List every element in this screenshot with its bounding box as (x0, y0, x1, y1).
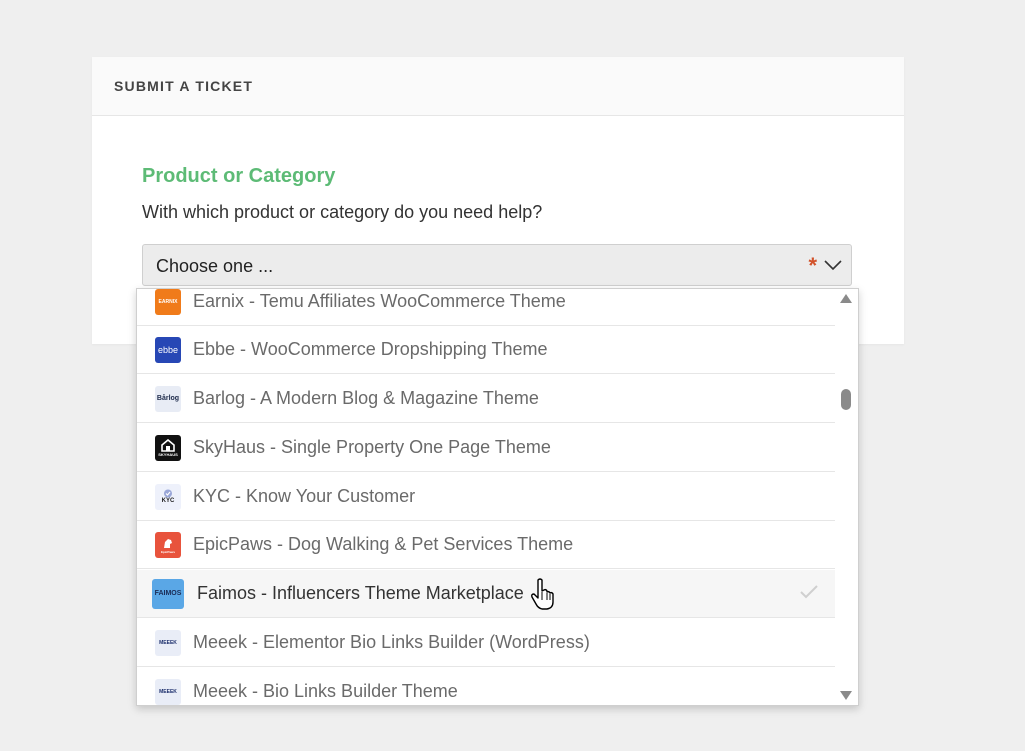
field-help-text: With which product or category do you ne… (142, 202, 543, 222)
dropdown-option-hovered[interactable]: FAIMOS Faimos - Influencers Theme Market… (137, 570, 835, 618)
dropdown-option[interactable]: MEEEK Meeek - Bio Links Builder Theme (137, 668, 835, 705)
logo-text: MEEEK (159, 639, 177, 646)
logo-text: SKYHAUS (158, 451, 178, 457)
option-label: Barlog - A Modern Blog & Magazine Theme (193, 388, 539, 408)
barlog-logo-icon: Bårlog (155, 385, 181, 412)
required-asterisk: * (808, 253, 817, 278)
option-label: Earnix - Temu Affiliates WooCommerce The… (193, 291, 566, 311)
card-header-title: SUBMIT A TICKET (114, 78, 254, 94)
kyc-logo-icon: KYC (155, 483, 181, 510)
option-label: EpicPaws - Dog Walking & Pet Services Th… (193, 534, 574, 554)
chevron-down-icon[interactable] (823, 258, 843, 272)
faimos-logo-icon: FAIMOS (152, 578, 184, 609)
logo-text: ebbe (157, 344, 179, 355)
dropdown-option[interactable]: MEEEK Meeek - Elementor Bio Links Builde… (137, 619, 835, 667)
epicpaws-logo-icon: EpicPaws (155, 531, 181, 558)
shield-check-icon (164, 489, 172, 498)
meeek-logo-icon: MEEEK (155, 629, 181, 656)
select-value: Choose one ... (156, 256, 274, 276)
scrollbar-thumb[interactable] (841, 389, 851, 410)
option-label: Meeek - Bio Links Builder Theme (193, 681, 458, 701)
dropdown-option[interactable]: ebbe Ebbe - WooCommerce Dropshipping The… (137, 326, 835, 374)
scroll-down-arrow-icon[interactable] (840, 691, 852, 700)
field-title: Product or Category (142, 165, 336, 187)
scroll-up-arrow-icon[interactable] (840, 294, 852, 303)
logo-text: MEEEK (159, 688, 177, 695)
options-dropdown: EARNIX Earnix - Temu Affiliates WooComme… (136, 288, 859, 706)
ebbe-logo-icon: ebbe (155, 336, 181, 363)
meeek-logo-icon: MEEEK (155, 678, 181, 705)
hand-pointer-cursor-icon (531, 578, 554, 610)
logo-text: EARNIX (158, 298, 178, 305)
option-label: SkyHaus - Single Property One Page Theme (193, 437, 551, 457)
dropdown-option[interactable]: KYC KYC - Know Your Customer (137, 473, 835, 521)
option-label: Faimos - Influencers Theme Marketplace (197, 583, 524, 603)
logo-text: KYC (161, 498, 175, 504)
logo-text: Bårlog (156, 395, 180, 402)
card-header: SUBMIT A TICKET (92, 57, 904, 116)
product-category-select[interactable]: Choose one ... * (142, 244, 852, 286)
option-label: KYC - Know Your Customer (193, 486, 416, 506)
check-icon (800, 585, 818, 599)
logo-text: EpicPaws (160, 549, 175, 554)
dropdown-option[interactable]: Bårlog Barlog - A Modern Blog & Magazine… (137, 375, 835, 423)
house-icon (161, 438, 175, 452)
dropdown-scrollbar[interactable] (834, 289, 858, 705)
dog-icon (164, 538, 172, 548)
dropdown-option[interactable]: SKYHAUS SkyHaus - Single Property One Pa… (137, 424, 835, 472)
skyhaus-logo-icon: SKYHAUS (155, 434, 181, 461)
option-label: Ebbe - WooCommerce Dropshipping Theme (193, 339, 548, 359)
earnix-logo-icon: EARNIX (155, 289, 181, 315)
logo-text: FAIMOS (154, 590, 182, 597)
option-label: Meeek - Elementor Bio Links Builder (Wor… (193, 632, 590, 652)
dropdown-option[interactable]: EpicPaws EpicPaws - Dog Walking & Pet Se… (137, 521, 835, 569)
dropdown-option[interactable]: EARNIX Earnix - Temu Affiliates WooComme… (137, 289, 835, 326)
